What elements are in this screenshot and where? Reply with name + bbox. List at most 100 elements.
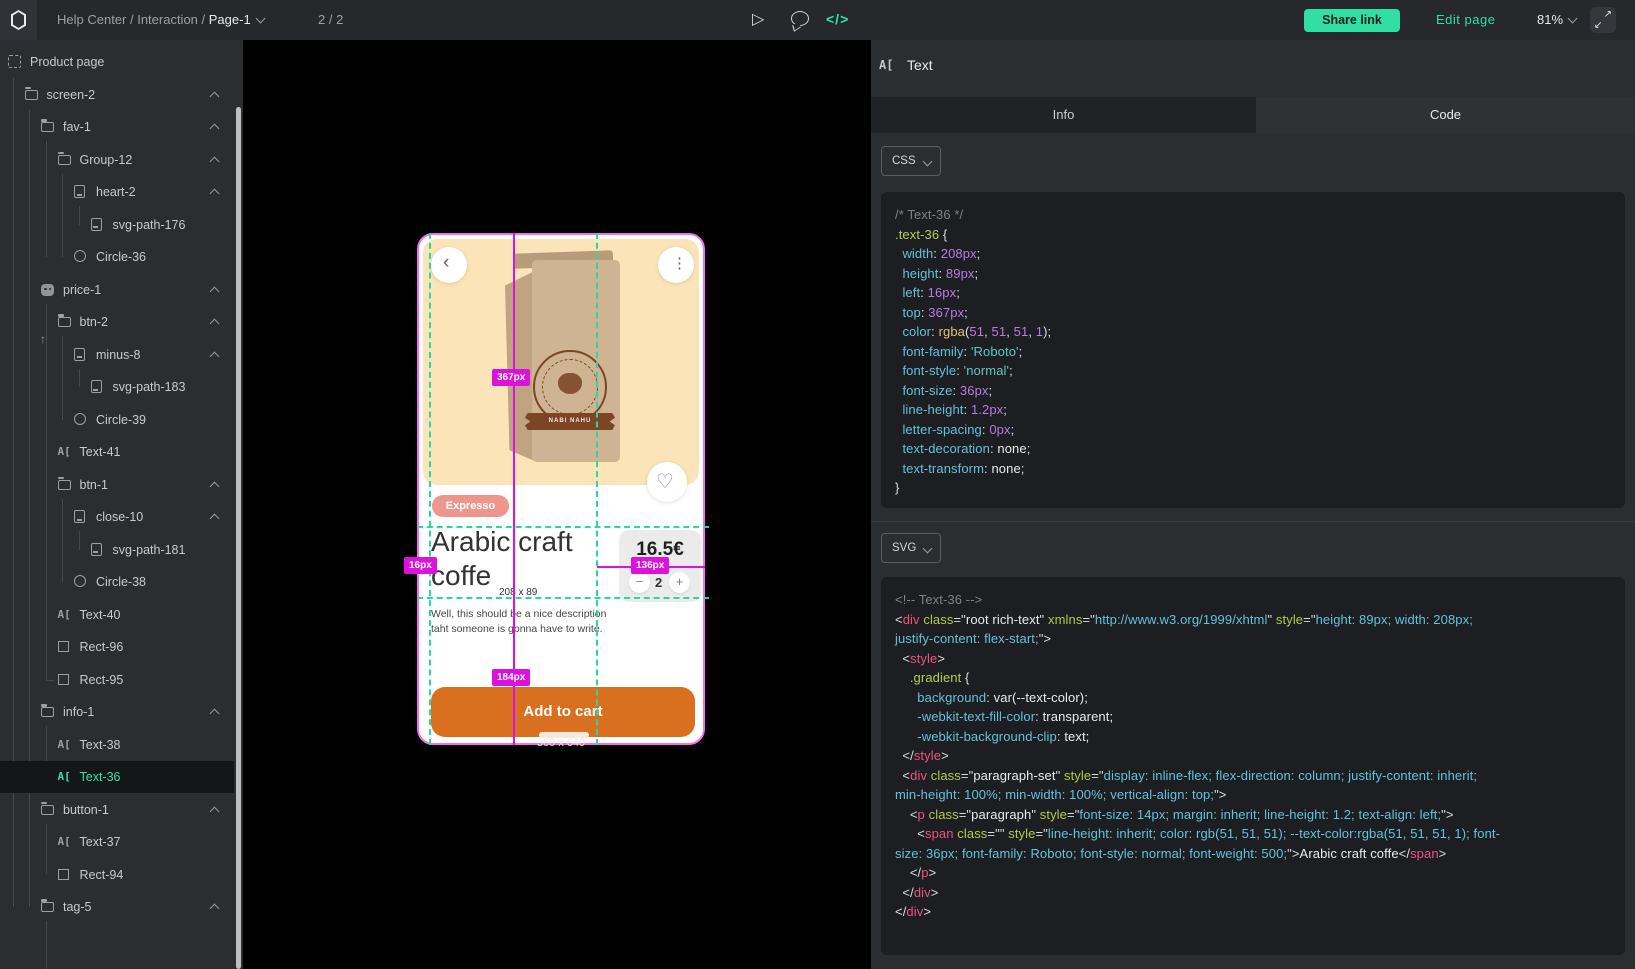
design-screen-frame[interactable]: NABI NAHU ‹ ⋮ ♡ Expresso Arabic craftcof… — [417, 233, 705, 745]
layer-row-minus-8[interactable]: minus-8 — [0, 339, 234, 371]
chevron-up-icon[interactable] — [210, 124, 220, 134]
layer-label: fav-1 — [63, 120, 91, 134]
css-code-block[interactable]: /* Text-36 */.text-36 { width: 208px; he… — [881, 192, 1625, 508]
layer-row-text-36[interactable]: A[Text-36 — [0, 761, 234, 793]
tab-code[interactable]: Code — [1256, 97, 1635, 133]
layer-row-btn-2[interactable]: btn-2 — [0, 306, 234, 338]
layer-label: Text-40 — [80, 608, 121, 622]
favorite-button[interactable]: ♡ — [647, 462, 687, 502]
breadcrumb[interactable]: Help Center / Interaction / Page-1 — [57, 0, 264, 40]
share-link-button[interactable]: Share link — [1304, 9, 1400, 32]
tab-info[interactable]: Info — [871, 97, 1256, 133]
layer-row-info-1[interactable]: info-1 — [0, 696, 234, 728]
code-line: -webkit-text-fill-color: transparent; — [895, 709, 1625, 729]
product-title[interactable]: Arabic craftcoffe — [431, 525, 601, 592]
layer-row-btn-1[interactable]: btn-1 — [0, 469, 234, 501]
chevron-up-icon[interactable] — [210, 709, 220, 719]
layer-row-rect-96[interactable]: Rect-96 — [0, 631, 234, 663]
layer-row-heart-2[interactable]: heart-2 — [0, 176, 234, 208]
layer-label: close-10 — [96, 510, 143, 524]
quantity-plus-button[interactable]: + — [669, 572, 690, 593]
interaction-arrow-icon: ↑ — [40, 332, 46, 346]
code-line: height: 89px; — [895, 266, 1625, 286]
play-icon[interactable]: ▷ — [752, 9, 764, 29]
chevron-down-icon — [923, 544, 933, 554]
chevron-down-icon — [1568, 14, 1578, 24]
back-button[interactable]: ‹ — [431, 247, 467, 283]
layer-row-text-37[interactable]: A[ Text-37 — [0, 826, 234, 858]
layer-label: Circle-38 — [96, 575, 146, 589]
layer-row-circle-38[interactable]: Circle-38 — [0, 566, 234, 598]
layer-row-tag-5[interactable]: tag-5 — [0, 891, 234, 923]
chevron-up-icon[interactable] — [210, 189, 220, 199]
screen-size-label: 360 x 640 — [417, 737, 705, 749]
layer-row-screen-2[interactable]: screen-2 — [0, 79, 234, 111]
chevron-up-icon[interactable] — [210, 514, 220, 524]
code-line: .gradient { — [895, 670, 1625, 690]
layer-row-group-12[interactable]: Group-12 — [0, 144, 234, 176]
zoom-level-control[interactable]: 81% — [1537, 0, 1576, 40]
code-line: line-height: 1.2px; — [895, 402, 1625, 422]
svg-format-select[interactable]: SVG — [881, 533, 941, 563]
code-line: width: 208px; — [895, 246, 1625, 266]
code-line: </div> — [895, 885, 1625, 905]
code-line: text-decoration: none; — [895, 441, 1625, 461]
code-line: <div class="paragraph-set" style="displa… — [895, 768, 1625, 788]
fullscreen-button[interactable]: ↗ ↙ — [1590, 7, 1616, 33]
breadcrumb-current-page[interactable]: Page-1 — [209, 12, 251, 27]
layer-row-circle-36[interactable]: Circle-36 — [0, 241, 234, 273]
kebab-menu-icon: ⋮ — [672, 254, 687, 272]
code-line: <div class="root rich-text" xmlns="http:… — [895, 612, 1625, 632]
chevron-left-icon: ‹ — [443, 252, 449, 274]
quantity-minus-button[interactable]: − — [629, 572, 650, 593]
layer-row-text-38[interactable]: A[Text-38 — [0, 729, 234, 761]
layer-row-price-1[interactable]: price-1 — [0, 274, 234, 306]
layer-label: Group-12 — [80, 153, 133, 167]
layer-row-text-41[interactable]: A[Text-41 — [0, 436, 234, 468]
layer-label: Text-37 — [80, 835, 121, 849]
text-icon: A[ — [58, 770, 72, 784]
code-line: </div> — [895, 904, 1625, 924]
layer-row-circle-39[interactable]: Circle-39 — [0, 404, 234, 436]
code-line: text-transform: none; — [895, 461, 1625, 481]
chevron-up-icon[interactable] — [210, 286, 220, 296]
product-tag[interactable]: Expresso — [432, 495, 509, 517]
layer-row-text-40[interactable]: A[Text-40 — [0, 599, 234, 631]
chevron-up-icon[interactable] — [210, 91, 220, 101]
frame-icon — [8, 55, 22, 69]
layer-label: svg-path-176 — [113, 218, 186, 232]
code-mode-icon[interactable]: </> — [826, 11, 849, 27]
css-format-select[interactable]: CSS — [881, 146, 941, 176]
edit-page-link[interactable]: Edit page — [1436, 0, 1495, 40]
layer-label: minus-8 — [96, 348, 140, 362]
sidebar-scrollbar[interactable] — [236, 107, 241, 969]
chevron-up-icon[interactable] — [210, 156, 220, 166]
code-line: top: 367px; — [895, 305, 1625, 325]
chevron-up-icon[interactable] — [210, 481, 220, 491]
layer-row-svg-path-176[interactable]: svg-path-176 — [0, 209, 234, 241]
layer-row-svg-path-181[interactable]: svg-path-181 — [0, 534, 234, 566]
layer-row-fav-1[interactable]: fav-1 — [0, 111, 234, 143]
panel-title: Text — [907, 57, 933, 73]
folder-icon — [58, 478, 72, 492]
more-menu-button[interactable]: ⋮ — [658, 247, 694, 283]
layer-row-button-1[interactable]: button-1 — [0, 794, 234, 826]
mask-icon — [41, 283, 55, 297]
add-to-cart-button[interactable]: Add to cart — [431, 687, 695, 737]
layer-row-close-10[interactable]: close-10 — [0, 501, 234, 533]
svg-code-block[interactable]: <!-- Text-36 --><div class="root rich-te… — [881, 577, 1625, 955]
text-icon: A[ — [58, 835, 72, 849]
layer-row-rect-94[interactable]: Rect-94 — [0, 859, 234, 891]
chevron-up-icon[interactable] — [210, 351, 220, 361]
app-logo[interactable] — [0, 0, 37, 40]
layer-row-rect-95[interactable]: Rect-95 — [0, 664, 234, 696]
chevron-up-icon[interactable] — [210, 319, 220, 329]
code-line: justify-content: flex-start;"> — [895, 631, 1625, 651]
layer-row-svg-path-183[interactable]: svg-path-183 — [0, 371, 234, 403]
code-line: size: 36px; font-family: Roboto; font-st… — [895, 846, 1625, 866]
comment-icon[interactable] — [791, 11, 809, 26]
chevron-up-icon[interactable] — [210, 806, 220, 816]
folder-icon — [41, 803, 55, 817]
chevron-up-icon[interactable] — [210, 904, 220, 914]
layer-row-product page[interactable]: Product page — [0, 46, 234, 78]
